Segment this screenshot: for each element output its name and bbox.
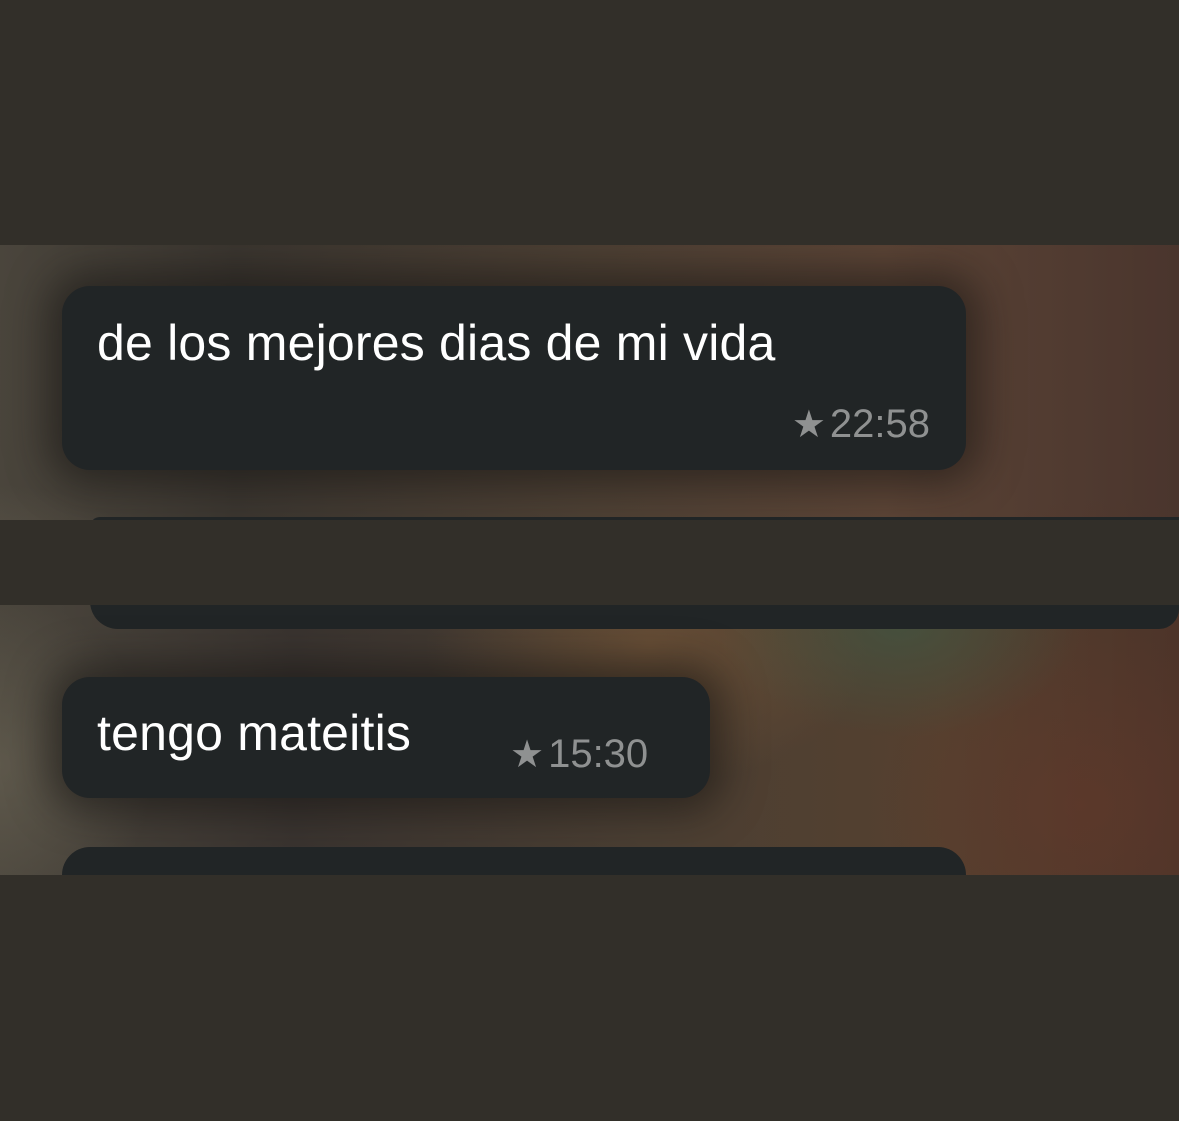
star-icon: ★ <box>510 733 545 776</box>
message-bubble-partial <box>90 605 1179 629</box>
chat-strip-1: de los mejores dias de mi vida ★ 22:58 <box>0 245 1179 520</box>
message-bubble-2[interactable]: tengo mateitis ★ 15:30 <box>62 677 710 798</box>
message-meta: ★ 22:58 <box>792 402 930 447</box>
message-meta: ★ 15:30 <box>510 732 648 777</box>
message-time: 15:30 <box>548 732 649 776</box>
message-text: de los mejores dias de mi vida <box>97 315 776 371</box>
message-bubble-1[interactable]: de los mejores dias de mi vida ★ 22:58 <box>62 286 966 470</box>
message-time: 22:58 <box>829 402 930 446</box>
message-bubble-partial <box>62 847 966 875</box>
message-text: tengo mateitis <box>97 705 412 761</box>
star-icon: ★ <box>791 403 826 446</box>
message-bubble-partial <box>90 517 1179 520</box>
chat-strip-2: tengo mateitis ★ 15:30 <box>0 605 1179 875</box>
